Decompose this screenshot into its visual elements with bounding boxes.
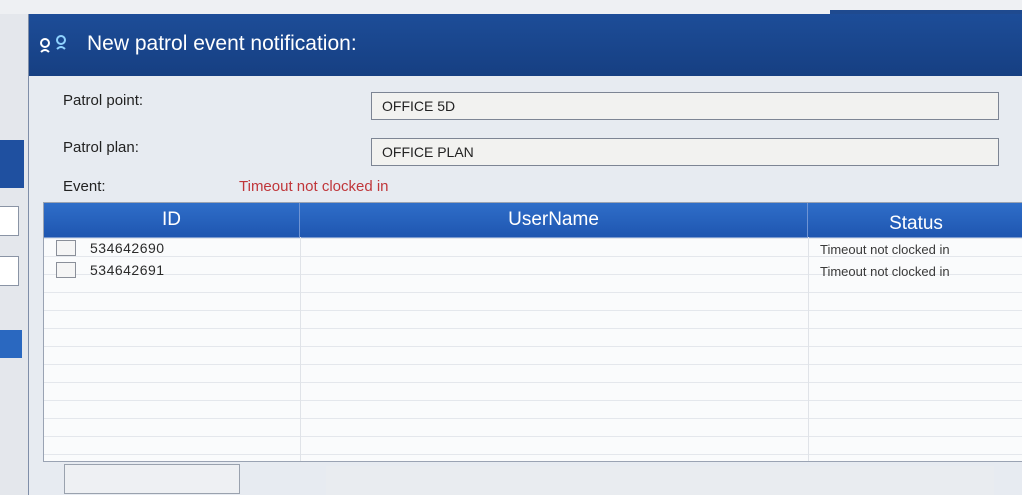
dialog-title: New patrol event notification: (87, 32, 357, 55)
column-header-status[interactable]: Status (808, 207, 1022, 241)
patrol-point-field[interactable]: OFFICE 5D (371, 92, 999, 120)
event-value: Timeout not clocked in (239, 178, 389, 195)
background-selected-item (0, 140, 24, 188)
patrol-plan-label: Patrol plan: (63, 139, 139, 156)
cell-id: 534642690 (90, 240, 165, 256)
patrol-points-icon (40, 35, 66, 53)
background-window-panel (0, 14, 28, 495)
dialog-titlebar[interactable]: New patrol event notification: (29, 14, 1022, 76)
notification-grid[interactable]: ID UserName Status 534642690 Timeout not… (43, 202, 1022, 462)
patrol-point-label: Patrol point: (63, 92, 144, 109)
grid-header: ID UserName Status (44, 203, 1022, 238)
cell-status: Timeout not clocked in (820, 242, 950, 257)
cell-id: 534642691 (90, 262, 165, 278)
row-checkbox[interactable] (56, 240, 76, 256)
background-field (0, 206, 19, 236)
table-row[interactable]: 534642691 Timeout not clocked in (44, 261, 1022, 281)
row-checkbox[interactable] (56, 262, 76, 278)
column-header-username[interactable]: UserName (300, 203, 808, 237)
bottom-panel (326, 466, 994, 495)
patrol-plan-field[interactable]: OFFICE PLAN (371, 138, 999, 166)
event-label: Event: (63, 178, 106, 195)
cell-status: Timeout not clocked in (820, 264, 950, 279)
dialog-button[interactable] (64, 464, 240, 494)
background-button (0, 330, 22, 358)
column-header-id[interactable]: ID (44, 203, 300, 237)
patrol-event-dialog: New patrol event notification: Patrol po… (28, 14, 1022, 495)
background-field (0, 256, 19, 286)
table-row[interactable]: 534642690 Timeout not clocked in (44, 239, 1022, 259)
